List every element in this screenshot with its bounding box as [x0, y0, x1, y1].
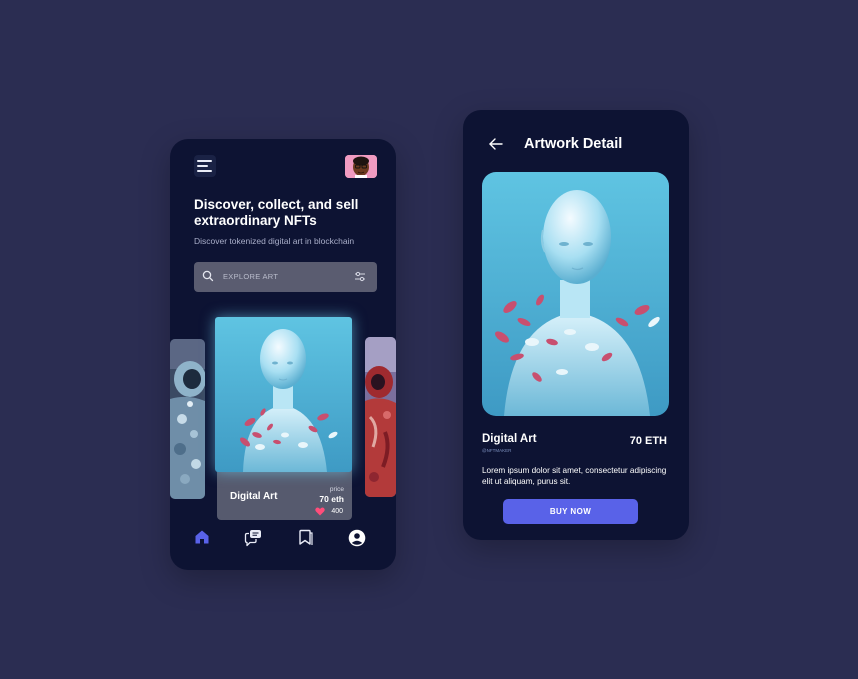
- search-input[interactable]: EXPLORE ART: [223, 272, 278, 281]
- card-price: 70 eth: [319, 494, 344, 504]
- bookmark-icon[interactable]: [297, 529, 314, 551]
- home-screen: Discover, collect, and sell extraordinar…: [170, 139, 396, 570]
- page-headline: Discover, collect, and sell extraordinar…: [194, 197, 359, 228]
- card-artwork: [215, 317, 352, 472]
- artist-handle[interactable]: @NFTMAKER: [482, 448, 511, 453]
- artwork-description: Lorem ipsum dolor sit amet, consectetur …: [482, 466, 667, 486]
- carousel-card-previous[interactable]: [170, 339, 205, 499]
- card-price-label: price: [329, 486, 344, 493]
- filter-icon[interactable]: [354, 271, 366, 282]
- card-title: Digital Art: [230, 491, 278, 502]
- page-subtitle: Discover tokenized digital art in blockc…: [194, 236, 355, 246]
- bust-artwork-image: [482, 172, 669, 416]
- home-icon[interactable]: [194, 529, 210, 550]
- chat-icon[interactable]: [244, 529, 263, 552]
- astronaut-artwork-image: [170, 339, 205, 499]
- bottom-nav: [170, 529, 396, 553]
- featured-nft-card[interactable]: Digital Art price 70 eth 400: [215, 317, 352, 520]
- search-icon: [202, 270, 214, 282]
- avatar-image: [345, 155, 377, 178]
- card-like-count: 400: [331, 508, 343, 515]
- search-bar[interactable]: EXPLORE ART: [194, 262, 377, 292]
- heart-icon[interactable]: [315, 507, 325, 516]
- artwork-name: Digital Art: [482, 433, 537, 445]
- artwork-detail-screen: Artwork Detail Digital Art @NFTMAKER 70 …: [463, 110, 689, 540]
- red-astronaut-artwork-image: [365, 337, 396, 497]
- profile-icon[interactable]: [348, 529, 366, 552]
- carousel-card-next[interactable]: [365, 337, 396, 497]
- page-title: Artwork Detail: [524, 136, 623, 152]
- artwork-price: 70 ETH: [629, 435, 667, 447]
- buy-now-button[interactable]: BUY NOW: [503, 499, 638, 524]
- artwork-image: [482, 172, 669, 416]
- bust-artwork-image: [215, 317, 352, 472]
- avatar[interactable]: [345, 155, 377, 178]
- menu-icon[interactable]: [194, 155, 216, 177]
- back-arrow-icon[interactable]: [489, 138, 503, 150]
